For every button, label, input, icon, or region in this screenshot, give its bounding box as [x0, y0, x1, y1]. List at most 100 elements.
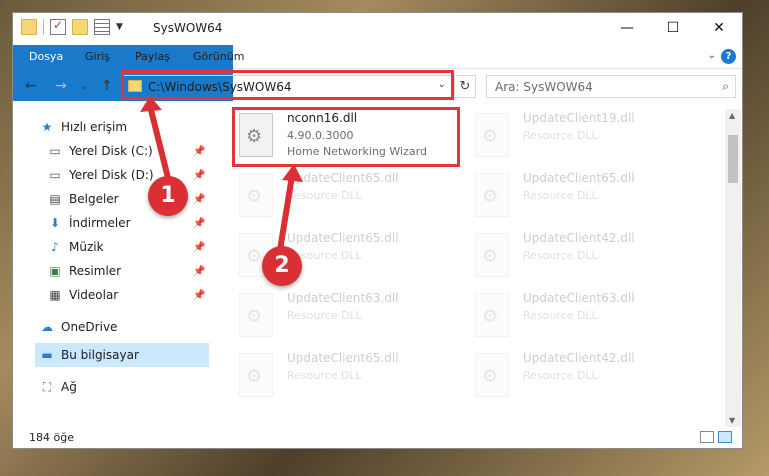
pin-icon[interactable]: 📌	[193, 146, 205, 157]
file-name: UpdateClient63.dll	[287, 291, 399, 305]
file-item[interactable]: UpdateClient42.dll Resource DLL	[475, 351, 695, 407]
pin-icon[interactable]: 📌	[193, 266, 205, 277]
sidebar-item-label: OneDrive	[61, 320, 118, 334]
title-bar: ▼ SysWOW64 — ☐ ✕	[13, 13, 742, 45]
tab-view[interactable]: Görünüm	[181, 45, 256, 69]
help-icon[interactable]: ?	[721, 49, 736, 64]
sidebar-item-downloads[interactable]: ⬇ İndirmeler 📌	[47, 211, 205, 235]
minimize-button[interactable]: —	[604, 13, 650, 43]
music-icon: ♪	[51, 240, 59, 254]
dll-file-icon	[475, 233, 509, 277]
pin-icon[interactable]: 📌	[193, 242, 205, 253]
properties-icon[interactable]	[50, 18, 66, 35]
pin-icon[interactable]: 📌	[193, 218, 205, 229]
sidebar-item-label: Yerel Disk (D:)	[69, 168, 154, 182]
file-item[interactable]: UpdateClient65.dll Resource DLL	[239, 171, 459, 227]
sidebar-item-pictures[interactable]: ▣ Resimler 📌	[47, 259, 205, 283]
file-name: UpdateClient65.dll	[523, 171, 635, 185]
file-item[interactable]: UpdateClient65.dll Resource DLL	[475, 171, 695, 227]
new-folder-icon[interactable]	[72, 19, 88, 35]
close-button[interactable]: ✕	[696, 13, 742, 43]
ribbon-tabs: Dosya Giriş Paylaş Görünüm ⌄ ?	[13, 45, 742, 101]
file-name: UpdateClient63.dll	[523, 291, 635, 305]
sidebar-item-videos[interactable]: ▦ Videolar 📌	[47, 283, 205, 307]
file-name: UpdateClient42.dll	[523, 351, 635, 365]
recent-locations-icon[interactable]: ⌄	[81, 82, 89, 92]
file-item[interactable]: UpdateClient19.dll Resource DLL	[475, 111, 695, 167]
file-description: Resource DLL	[523, 369, 598, 382]
sidebar-item-onedrive[interactable]: ☁ OneDrive	[39, 315, 117, 339]
callout-badge-1: 1	[148, 176, 188, 216]
file-description: Resource DLL	[523, 309, 598, 322]
drive-icon: ▭	[49, 144, 61, 158]
scroll-up-icon[interactable]: ▲	[729, 111, 735, 120]
search-box[interactable]: ⌕	[486, 75, 736, 98]
cloud-icon: ☁	[41, 320, 53, 334]
up-arrow-icon[interactable]: ↑	[101, 78, 113, 94]
scrollbar-thumb[interactable]	[728, 135, 738, 183]
search-icon[interactable]: ⌕	[722, 79, 729, 94]
toolbar-divider	[43, 19, 44, 35]
sidebar-item-label: Müzik	[69, 240, 104, 254]
forward-arrow-icon[interactable]: →	[55, 78, 67, 94]
quick-access-toolbar: ▼	[21, 18, 123, 35]
sidebar-item-label: Belgeler	[69, 192, 119, 206]
dll-file-icon	[475, 173, 509, 217]
sidebar-item-network[interactable]: ⛶ Ağ	[39, 375, 77, 399]
sidebar-item-label: Hızlı erişim	[61, 120, 128, 134]
tab-home[interactable]: Giriş	[73, 45, 122, 69]
file-name: UpdateClient65.dll	[287, 231, 399, 245]
file-item[interactable]: UpdateClient42.dll Resource DLL	[475, 231, 695, 287]
refresh-icon[interactable]: ↻	[454, 75, 476, 98]
dll-file-icon	[239, 353, 273, 397]
dll-file-icon	[239, 173, 273, 217]
file-name: UpdateClient42.dll	[523, 231, 635, 245]
file-item[interactable]: UpdateClient63.dll Resource DLL	[475, 291, 695, 347]
file-description: Resource DLL	[523, 189, 598, 202]
file-description: Resource DLL	[523, 129, 598, 142]
folder-icon	[21, 19, 37, 35]
tiles-view-icon[interactable]	[718, 431, 732, 443]
search-input[interactable]	[487, 76, 707, 97]
file-description: Resource DLL	[287, 309, 362, 322]
toolbar-dropdown-icon[interactable]: ▼	[116, 22, 123, 32]
sidebar-item-music[interactable]: ♪ Müzik 📌	[47, 235, 205, 259]
customize-toolbar-icon[interactable]	[94, 19, 110, 35]
sidebar-item-drive-c[interactable]: ▭ Yerel Disk (C:) 📌	[47, 139, 205, 163]
maximize-button[interactable]: ☐	[650, 13, 696, 43]
file-item[interactable]: UpdateClient65.dll Resource DLL	[239, 351, 459, 407]
file-item[interactable]: UpdateClient63.dll Resource DLL	[239, 291, 459, 347]
pin-icon[interactable]: 📌	[193, 290, 205, 301]
details-view-icon[interactable]	[700, 431, 714, 443]
sidebar-item-documents[interactable]: ▤ Belgeler 📌	[47, 187, 205, 211]
chevron-down-icon[interactable]: ⌄	[708, 50, 716, 61]
scroll-down-icon[interactable]: ▼	[729, 416, 735, 425]
dll-file-icon	[475, 293, 509, 337]
view-toggle	[700, 431, 732, 443]
pictures-icon: ▣	[49, 264, 61, 278]
sidebar-item-this-pc[interactable]: ▬ Bu bilgisayar	[35, 343, 209, 367]
sidebar-item-label: Bu bilgisayar	[61, 348, 139, 362]
file-name: UpdateClient65.dll	[287, 351, 399, 365]
status-bar: 184 öğe	[13, 427, 742, 449]
tab-share[interactable]: Paylaş	[123, 45, 182, 69]
download-icon: ⬇	[49, 216, 61, 230]
vertical-scrollbar[interactable]: ▲ ▼	[725, 109, 741, 427]
file-description: Resource DLL	[287, 369, 362, 382]
file-description: Resource DLL	[523, 249, 598, 262]
pin-icon[interactable]: 📌	[193, 170, 205, 181]
sidebar-item-drive-d[interactable]: ▭ Yerel Disk (D:) 📌	[47, 163, 205, 187]
network-icon: ⛶	[42, 379, 52, 394]
file-description: Resource DLL	[287, 189, 362, 202]
dll-file-icon	[239, 293, 273, 337]
navigation-pane: ★ Hızlı erişim ▭ Yerel Disk (C:) 📌 ▭ Yer…	[13, 109, 209, 427]
sidebar-item-label: Resimler	[69, 264, 122, 278]
star-icon: ★	[41, 120, 53, 134]
videos-icon: ▦	[49, 288, 61, 302]
sidebar-item-quick-access[interactable]: ★ Hızlı erişim	[39, 115, 127, 139]
sidebar-item-label: Ağ	[61, 380, 77, 394]
pin-icon[interactable]: 📌	[193, 194, 205, 205]
sidebar-item-label: Yerel Disk (C:)	[69, 144, 153, 158]
drive-icon: ▭	[49, 168, 61, 182]
back-arrow-icon[interactable]: ←	[25, 78, 37, 94]
